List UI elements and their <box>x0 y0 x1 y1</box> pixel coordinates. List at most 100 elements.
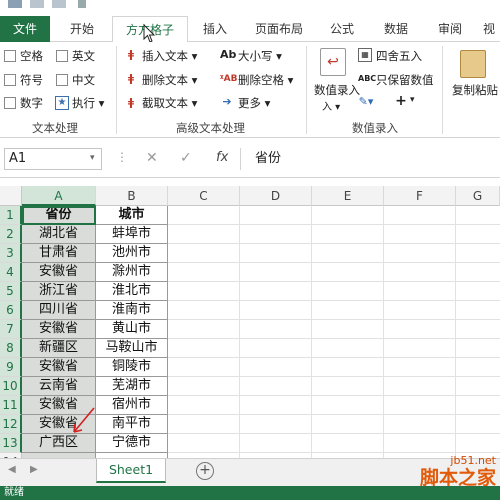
copy-paste-button[interactable]: 复制粘贴 <box>452 82 500 98</box>
tab-review[interactable]: 审阅 <box>428 16 472 42</box>
row-header-3[interactable]: 3 <box>0 244 22 263</box>
row-header-7[interactable]: 7 <box>0 320 22 339</box>
gridline <box>168 376 500 377</box>
group-label-advanced: 高级文本处理 <box>176 121 245 135</box>
plus-dropdown-icon[interactable]: ▾ <box>410 95 415 105</box>
ribbon: 空格 英文 符号 中文 数字 ★ 执行 ▾ 文本处理 ǂ 插入文本 ▾ ǂ 删除… <box>0 42 500 138</box>
cell-a10[interactable]: 云南省 <box>22 377 96 396</box>
checkbox-chinese-label: 中文 <box>72 73 95 87</box>
tab-insert[interactable]: 插入 <box>192 16 238 42</box>
cell-b2[interactable]: 蚌埠市 <box>96 225 168 244</box>
column-header-d[interactable]: D <box>240 186 312 206</box>
edit-icon[interactable]: ✎▾ <box>358 95 374 109</box>
column-header-g[interactable]: G <box>456 186 500 206</box>
keep-value-button[interactable]: 只保留数值 <box>376 72 434 88</box>
row-header-9[interactable]: 9 <box>0 358 22 377</box>
next-sheet-icon[interactable]: ▶ <box>30 464 38 475</box>
gridline <box>168 357 500 358</box>
execute-button[interactable]: 执行 ▾ <box>72 95 104 111</box>
excel-window: 文件 开始 方方格子 插入 页面布局 公式 数据 审阅 视 空格 英文 符号 中… <box>0 0 500 500</box>
row-header-6[interactable]: 6 <box>0 301 22 320</box>
more-options-icon: ⋮ <box>116 150 128 164</box>
checkbox-number[interactable] <box>4 97 16 109</box>
tab-home[interactable]: 开始 <box>56 16 108 42</box>
cell-a5[interactable]: 浙江省 <box>22 282 96 301</box>
cell-b10[interactable]: 芜湖市 <box>96 377 168 396</box>
tab-data[interactable]: 数据 <box>372 16 420 42</box>
name-box[interactable]: A1 <box>4 148 102 170</box>
row-header-11[interactable]: 11 <box>0 396 22 415</box>
cell-b5[interactable]: 淮北市 <box>96 282 168 301</box>
checkbox-space[interactable] <box>4 50 16 62</box>
checkbox-number-label: 数字 <box>20 96 43 110</box>
row-header-1[interactable]: 1 <box>0 206 22 225</box>
column-header-b[interactable]: B <box>96 186 168 206</box>
row-header-5[interactable]: 5 <box>0 282 22 301</box>
extract-text-button[interactable]: 截取文本 ▾ <box>142 95 197 111</box>
cell-b1[interactable]: 城市 <box>96 206 168 225</box>
undo-icon[interactable] <box>30 0 44 8</box>
numeric-entry-button[interactable]: 数值录入 <box>314 82 360 98</box>
cell-a1[interactable]: 省份 <box>22 206 96 225</box>
checkbox-chinese[interactable] <box>56 74 68 86</box>
cell-a6[interactable]: 四川省 <box>22 301 96 320</box>
cell-b6[interactable]: 淮南市 <box>96 301 168 320</box>
checkbox-symbol[interactable] <box>4 74 16 86</box>
status-bar: 就绪 <box>0 486 500 500</box>
customize-qat-icon[interactable] <box>78 0 86 8</box>
cancel-icon[interactable]: ✕ <box>146 150 158 166</box>
row-header-8[interactable]: 8 <box>0 339 22 358</box>
cell-b9[interactable]: 铜陵市 <box>96 358 168 377</box>
row-header-4[interactable]: 4 <box>0 263 22 282</box>
cell-a8[interactable]: 新疆区 <box>22 339 96 358</box>
cell-b4[interactable]: 滁州市 <box>96 263 168 282</box>
cell-a4[interactable]: 安徽省 <box>22 263 96 282</box>
add-sheet-icon[interactable]: + <box>196 462 214 480</box>
plus-icon[interactable]: + <box>394 94 408 108</box>
insert-text-button[interactable]: 插入文本 ▾ <box>142 48 197 64</box>
delete-text-button[interactable]: 删除文本 ▾ <box>142 72 197 88</box>
tab-view[interactable]: 视 <box>478 16 500 42</box>
cell-a7[interactable]: 安徽省 <box>22 320 96 339</box>
tab-formulas[interactable]: 公式 <box>320 16 364 42</box>
save-icon[interactable] <box>8 0 22 8</box>
column-header-f[interactable]: F <box>384 186 456 206</box>
row-header-10[interactable]: 10 <box>0 377 22 396</box>
prev-sheet-icon[interactable]: ◀ <box>8 464 16 475</box>
round-icon: ▦ <box>358 48 372 62</box>
select-all-corner[interactable] <box>0 186 22 206</box>
row-header-12[interactable]: 12 <box>0 415 22 434</box>
column-header-c[interactable]: C <box>168 186 240 206</box>
insert-function-icon[interactable]: fx <box>216 150 228 165</box>
column-header-e[interactable]: E <box>312 186 384 206</box>
tab-page-layout[interactable]: 页面布局 <box>246 16 312 42</box>
cell-b13[interactable]: 宁德市 <box>96 434 168 453</box>
cell-b3[interactable]: 池州市 <box>96 244 168 263</box>
formula-input[interactable]: 省份 <box>240 148 500 170</box>
cell-b8[interactable]: 马鞍山市 <box>96 339 168 358</box>
row-header-2[interactable]: 2 <box>0 225 22 244</box>
name-box-dropdown-icon[interactable]: ▾ <box>90 153 95 163</box>
cell-b12[interactable]: 南平市 <box>96 415 168 434</box>
insert-text-icon: ǂ <box>128 48 134 61</box>
more-button[interactable]: 更多 ▾ <box>238 95 270 111</box>
tab-file[interactable]: 文件 <box>0 16 50 42</box>
redo-icon[interactable] <box>52 0 66 8</box>
cell-b7[interactable]: 黄山市 <box>96 320 168 339</box>
cell-a2[interactable]: 湖北省 <box>22 225 96 244</box>
delete-space-button[interactable]: 删除空格 ▾ <box>238 72 293 88</box>
checkbox-english[interactable] <box>56 50 68 62</box>
row-header-13[interactable]: 13 <box>0 434 22 453</box>
sheet-tab-sheet1[interactable]: Sheet1 <box>96 459 166 483</box>
column-header-a[interactable]: A <box>22 186 96 206</box>
round-button[interactable]: 四舍五入 <box>376 48 422 64</box>
mouse-cursor-icon <box>143 24 156 43</box>
execute-icon[interactable]: ★ <box>55 96 69 110</box>
cell-a3[interactable]: 甘肃省 <box>22 244 96 263</box>
cell-a9[interactable]: 安徽省 <box>22 358 96 377</box>
numeric-entry-dropdown-icon[interactable]: 入 ▾ <box>322 98 340 113</box>
cell-a13[interactable]: 广西区 <box>22 434 96 453</box>
case-button[interactable]: 大小写 ▾ <box>238 48 282 64</box>
enter-icon[interactable]: ✓ <box>180 150 192 166</box>
cell-b11[interactable]: 宿州市 <box>96 396 168 415</box>
